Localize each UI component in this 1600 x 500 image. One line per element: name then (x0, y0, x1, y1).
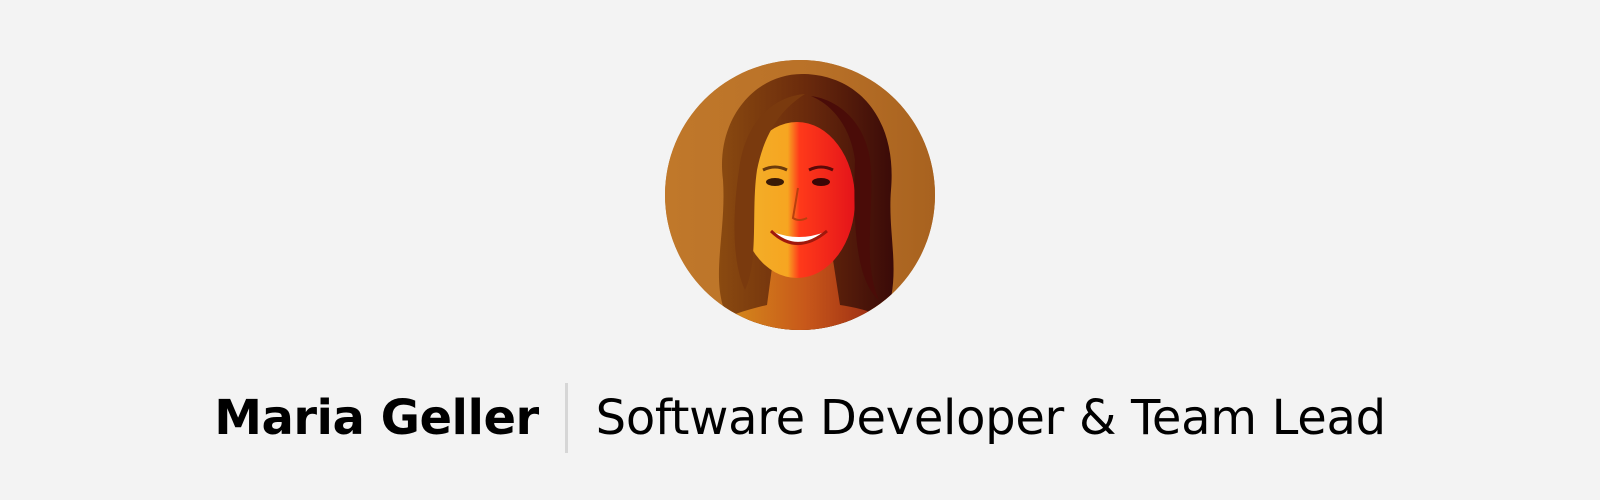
profile-card: Maria Geller Software Developer & Team L… (0, 0, 1600, 500)
caption-divider (564, 383, 568, 453)
avatar (665, 60, 935, 330)
profile-caption: Maria Geller Software Developer & Team L… (0, 382, 1600, 454)
profile-name: Maria Geller (214, 390, 539, 446)
profile-role: Software Developer & Team Lead (595, 390, 1386, 446)
avatar-portrait-image (665, 60, 935, 330)
